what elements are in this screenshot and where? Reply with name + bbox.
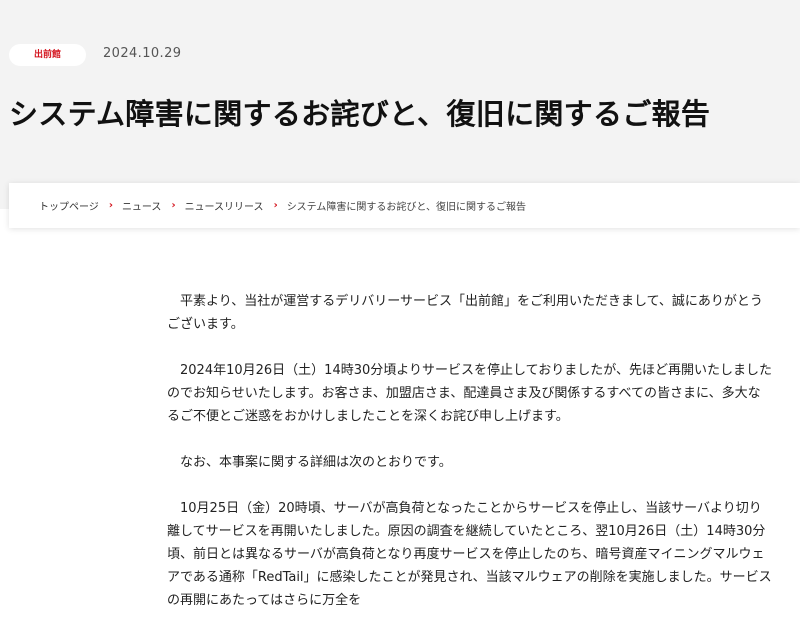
article-body: 平素より、当社が運営するデリバリーサービス「出前館」をご利用いただきまして、誠に… <box>167 290 772 635</box>
article-paragraph: 2024年10月26日（土）14時30分頃よりサービスを停止しておりましたが、先… <box>167 363 772 424</box>
article-paragraph: 10月25日（金）20時頃、サーバが高負荷となったことからサービスを停止し、当該… <box>167 501 772 608</box>
page-title: システム障害に関するお詫びと、復旧に関するご報告 <box>9 97 711 131</box>
page-header: 出前館 2024.10.29 システム障害に関するお詫びと、復旧に関するご報告 <box>0 0 800 209</box>
breadcrumb-news-release-link[interactable]: ニュースリリース <box>185 198 264 213</box>
article-paragraph: なお、本事案に関する詳細は次のとおりです。 <box>180 455 452 470</box>
breadcrumb-home-link[interactable]: トップページ <box>39 198 99 213</box>
chevron-right-icon: › <box>273 200 278 211</box>
breadcrumb: トップページ › ニュース › ニュースリリース › システム障害に関するお詫び… <box>9 183 800 228</box>
publish-date: 2024.10.29 <box>103 46 182 61</box>
breadcrumb-news-link[interactable]: ニュース <box>122 198 162 213</box>
category-tag[interactable]: 出前館 <box>9 44 86 66</box>
breadcrumb-current-page: システム障害に関するお詫びと、復旧に関するご報告 <box>286 202 526 213</box>
chevron-right-icon: › <box>108 200 113 211</box>
chevron-right-icon: › <box>171 200 176 211</box>
article-paragraph: 平素より、当社が運営するデリバリーサービス「出前館」をご利用いただきまして、誠に… <box>167 294 763 332</box>
